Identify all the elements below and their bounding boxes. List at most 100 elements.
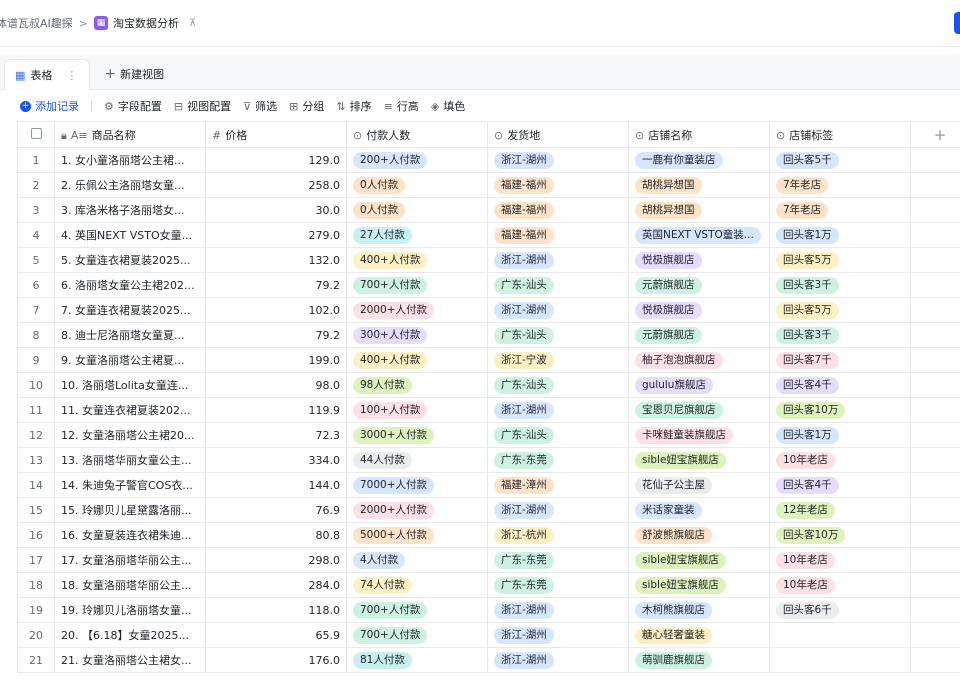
pay-cell[interactable]: 3000+人付款 <box>346 422 488 448</box>
row-index-cell[interactable]: 14 <box>17 472 55 498</box>
row-index-cell[interactable]: 4 <box>17 222 55 248</box>
sort-button[interactable]: ⇅ 排序 <box>336 98 371 114</box>
pay-cell[interactable]: 27人付款 <box>346 222 488 248</box>
ship-cell[interactable]: 广东-东莞 <box>487 447 629 473</box>
table-row[interactable]: 15 15. 玲娜贝儿星黛露洛丽... 76.9 2000+人付款 浙江-湖州 米话家童装… <box>17 497 960 523</box>
name-cell[interactable]: 6. 洛丽塔女童公主裙202... <box>54 272 206 298</box>
table-row[interactable]: 16 16. 女童夏装连衣裙朱迪... 80.8 5000+人付款 浙江-杭州 舒波熊旗舰… <box>17 522 960 548</box>
tag-cell[interactable]: 回头客5万 <box>769 247 911 273</box>
shop-cell[interactable]: 卡咪鲑童装旗舰店 <box>628 422 770 448</box>
pay-cell[interactable]: 400+人付款 <box>346 347 488 373</box>
name-cell[interactable]: 10. 洛丽塔Lolita女童连... <box>54 372 206 398</box>
price-cell[interactable]: 298.0 <box>205 547 347 573</box>
row-index-cell[interactable]: 19 <box>17 597 55 623</box>
ship-cell[interactable]: 广东-汕头 <box>487 372 629 398</box>
row-index-cell[interactable]: 10 <box>17 372 55 398</box>
field-config-button[interactable]: ⚙ 字段配置 <box>104 98 162 114</box>
pay-cell[interactable]: 74人付款 <box>346 572 488 598</box>
table-row[interactable]: 5 5. 女童连衣裙夏装2025... 132.0 400+人付款 浙江-湖州 悦极旗舰店… <box>17 247 960 273</box>
fill-color-button[interactable]: ◈ 填色 <box>431 98 465 114</box>
shop-cell[interactable]: 一鹿有你童装店 <box>628 147 770 173</box>
name-cell[interactable]: 14. 朱迪兔子警官COS衣... <box>54 472 206 498</box>
ship-cell[interactable]: 福建-福州 <box>487 172 629 198</box>
name-cell[interactable]: 3. 库洛米格子洛丽塔女... <box>54 197 206 223</box>
tag-cell[interactable]: 回头客10万 <box>769 522 911 548</box>
name-cell[interactable]: 1. 女小童洛丽塔公主裙... <box>54 147 206 173</box>
name-cell[interactable]: 13. 洛丽塔华丽女童公主... <box>54 447 206 473</box>
price-cell[interactable]: 79.2 <box>205 322 347 348</box>
price-cell[interactable]: 144.0 <box>205 472 347 498</box>
ship-cell[interactable]: 浙江-湖州 <box>487 297 629 323</box>
table-row[interactable]: 19 19. 玲娜贝儿洛丽塔女童... 118.0 700+人付款 浙江-湖州 木柯熊旗舰… <box>17 597 960 623</box>
table-row[interactable]: 8 8. 迪士尼洛丽塔女童夏... 79.2 300+人付款 广东-汕头 元蔚旗舰店 回头客… <box>17 322 960 348</box>
name-cell[interactable]: 19. 玲娜贝儿洛丽塔女童... <box>54 597 206 623</box>
ship-cell[interactable]: 浙江-湖州 <box>487 597 629 623</box>
pay-cell[interactable]: 4人付款 <box>346 547 488 573</box>
price-cell[interactable]: 284.0 <box>205 572 347 598</box>
price-cell[interactable]: 279.0 <box>205 222 347 248</box>
pay-cell[interactable]: 2000+人付款 <box>346 297 488 323</box>
name-cell[interactable]: 9. 女童洛丽塔公主裙夏... <box>54 347 206 373</box>
pay-cell[interactable]: 700+人付款 <box>346 272 488 298</box>
name-cell[interactable]: 2. 乐佩公主洛丽塔女童... <box>54 172 206 198</box>
table-row[interactable]: 1 1. 女小童洛丽塔公主裙... 129.0 200+人付款 浙江-湖州 一鹿有你童装店… <box>17 147 960 173</box>
price-cell[interactable]: 119.9 <box>205 397 347 423</box>
price-cell[interactable]: 199.0 <box>205 347 347 373</box>
tag-cell[interactable]: 10年老店 <box>769 547 911 573</box>
ship-cell[interactable]: 福建-漳州 <box>487 472 629 498</box>
row-index-cell[interactable]: 1 <box>17 147 55 173</box>
row-index-cell[interactable]: 16 <box>17 522 55 548</box>
tag-cell[interactable]: 7年老店 <box>769 172 911 198</box>
name-cell[interactable]: 8. 迪士尼洛丽塔女童夏... <box>54 322 206 348</box>
shop-cell[interactable]: 舒波熊旗舰店 <box>628 522 770 548</box>
row-index-cell[interactable]: 21 <box>17 647 55 673</box>
tag-cell[interactable]: 7年老店 <box>769 197 911 223</box>
row-index-cell[interactable]: 11 <box>17 397 55 423</box>
price-cell[interactable]: 30.0 <box>205 197 347 223</box>
tag-cell[interactable]: 10年老店 <box>769 447 911 473</box>
name-cell[interactable]: 17. 女童洛丽塔华丽公主... <box>54 547 206 573</box>
tag-cell[interactable]: 回头客1万 <box>769 422 911 448</box>
shop-cell[interactable]: 元蔚旗舰店 <box>628 272 770 298</box>
name-cell[interactable]: 7. 女童连衣裙夏装2025... <box>54 297 206 323</box>
table-row[interactable]: 3 3. 库洛米格子洛丽塔女... 30.0 0人付款 福建-福州 胡桃异想国 7年老店 <box>17 197 960 223</box>
table-row[interactable]: 7 7. 女童连衣裙夏装2025... 102.0 2000+人付款 浙江-湖州 悦极旗舰… <box>17 297 960 323</box>
pay-cell[interactable]: 700+人付款 <box>346 622 488 648</box>
shop-cell[interactable]: 胡桃异想国 <box>628 197 770 223</box>
ship-cell[interactable]: 广东-汕头 <box>487 422 629 448</box>
row-index-cell[interactable]: 20 <box>17 622 55 648</box>
tag-cell[interactable]: 回头客4千 <box>769 472 911 498</box>
table-row[interactable]: 18 18. 女童洛丽塔华丽公主... 284.0 74人付款 广东-东莞 sible妞宝… <box>17 572 960 598</box>
shop-cell[interactable]: 萌驯鹿旗舰店 <box>628 647 770 673</box>
pay-cell[interactable]: 100+人付款 <box>346 397 488 423</box>
shop-cell[interactable]: 柚子泡泡旗舰店 <box>628 347 770 373</box>
share-button[interactable] <box>954 12 960 34</box>
shop-cell[interactable]: 木柯熊旗舰店 <box>628 597 770 623</box>
pay-cell[interactable]: 7000+人付款 <box>346 472 488 498</box>
ship-cell[interactable]: 广东-汕头 <box>487 322 629 348</box>
name-cell[interactable]: 11. 女童连衣裙夏装202... <box>54 397 206 423</box>
pay-cell[interactable]: 44人付款 <box>346 447 488 473</box>
ship-cell[interactable]: 广东-东莞 <box>487 547 629 573</box>
view-config-button[interactable]: ⊟ 视图配置 <box>174 98 231 114</box>
pay-cell[interactable]: 400+人付款 <box>346 247 488 273</box>
name-cell[interactable]: 5. 女童连衣裙夏装2025... <box>54 247 206 273</box>
tag-cell[interactable]: 回头客5万 <box>769 297 911 323</box>
pay-cell[interactable]: 98人付款 <box>346 372 488 398</box>
ship-cell[interactable]: 浙江-湖州 <box>487 147 629 173</box>
tag-cell[interactable]: 回头客1万 <box>769 222 911 248</box>
shop-cell[interactable]: 胡桃异想国 <box>628 172 770 198</box>
row-index-cell[interactable]: 9 <box>17 347 55 373</box>
ship-cell[interactable]: 浙江-湖州 <box>487 247 629 273</box>
shop-cell[interactable]: 米话家童装 <box>628 497 770 523</box>
column-header-pay[interactable]: ⊙ 付款人数 <box>346 121 488 148</box>
shop-cell[interactable]: 悦极旗舰店 <box>628 247 770 273</box>
shop-cell[interactable]: sible妞宝旗舰店 <box>628 572 770 598</box>
shop-cell[interactable]: sible妞宝旗舰店 <box>628 447 770 473</box>
filter-button[interactable]: ⊽ 筛选 <box>243 98 277 114</box>
tag-cell[interactable] <box>769 622 911 648</box>
name-cell[interactable]: 20. 【6.18】女童2025... <box>54 622 206 648</box>
pay-cell[interactable]: 0人付款 <box>346 197 488 223</box>
row-index-cell[interactable]: 2 <box>17 172 55 198</box>
table-row[interactable]: 4 4. 英国NEXT VSTO女童... 279.0 27人付款 福建-福州 英国NEX… <box>17 222 960 248</box>
